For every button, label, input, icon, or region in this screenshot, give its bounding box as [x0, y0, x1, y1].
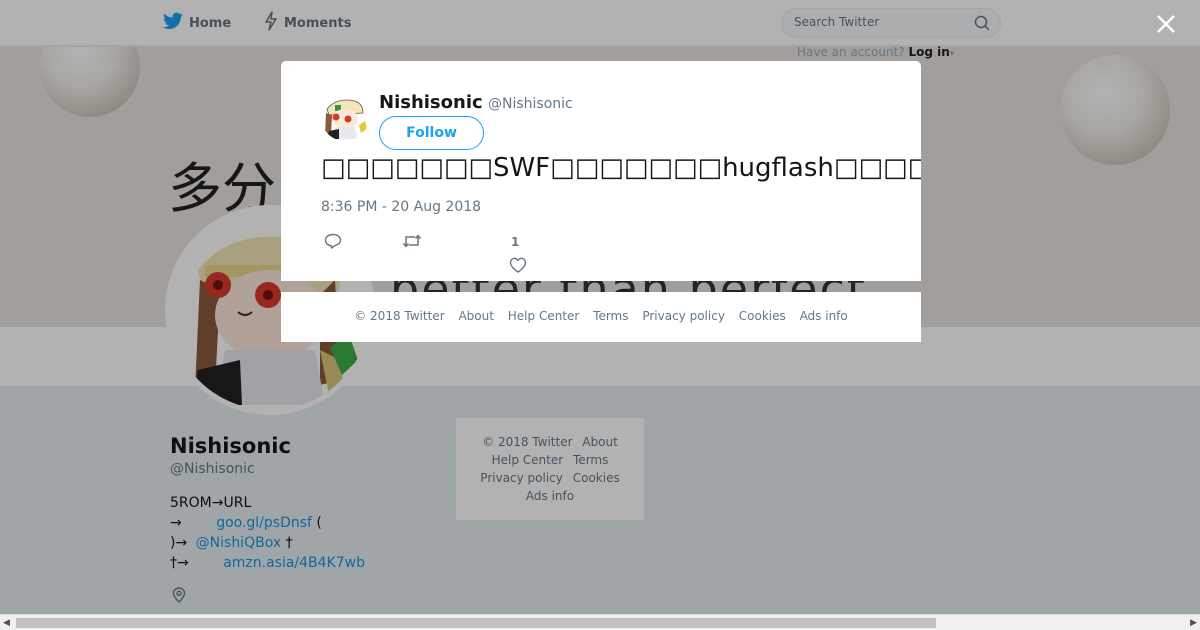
close-button[interactable]	[1154, 12, 1178, 36]
scrollbar-thumb[interactable]	[16, 618, 936, 628]
like-count: 1	[511, 235, 520, 249]
heart-icon[interactable]	[509, 257, 527, 277]
footer-link-help-center[interactable]: Help Center	[508, 309, 580, 323]
footer-copyright: © 2018 Twitter	[354, 309, 445, 323]
have-account-text: Have an account?	[797, 45, 905, 59]
footer-link-cookies[interactable]: Cookies	[739, 309, 786, 323]
tweet-author-handle[interactable]: @Nishisonic	[488, 96, 573, 112]
reply-icon[interactable]	[324, 233, 342, 253]
tweet-author-name[interactable]: Nishisonic	[379, 92, 483, 113]
login-link[interactable]: Log in	[908, 45, 949, 59]
horizontal-scrollbar[interactable]: ◀ ▶	[0, 614, 1200, 630]
tweet-timestamp[interactable]: 8:36 PM - 20 Aug 2018	[321, 199, 481, 215]
login-prompt: Have an account? Log in▾	[797, 45, 954, 59]
tweet-author-avatar[interactable]	[321, 93, 369, 141]
scroll-right-icon[interactable]: ▶	[1190, 618, 1197, 628]
scroll-left-icon[interactable]: ◀	[3, 618, 10, 628]
chevron-down-icon[interactable]: ▾	[950, 49, 955, 59]
footer-link-terms[interactable]: Terms	[593, 309, 628, 323]
retweet-icon[interactable]	[402, 233, 422, 253]
footer-link-ads-info[interactable]: Ads info	[800, 309, 848, 323]
footer-link-privacy[interactable]: Privacy policy	[642, 309, 725, 323]
follow-button[interactable]: Follow	[379, 116, 484, 150]
footer-link-about[interactable]: About	[458, 309, 493, 323]
tweet-modal: Nishisonic @Nishisonic Follow □□□□□□□SWF…	[281, 61, 921, 281]
modal-footer: © 2018 Twitter About Help Center Terms P…	[281, 292, 921, 342]
close-icon	[1154, 15, 1178, 40]
tweet-text: □□□□□□□SWF□□□□□□□hugflash□□□□□□□□□□□□□□□…	[321, 153, 921, 183]
